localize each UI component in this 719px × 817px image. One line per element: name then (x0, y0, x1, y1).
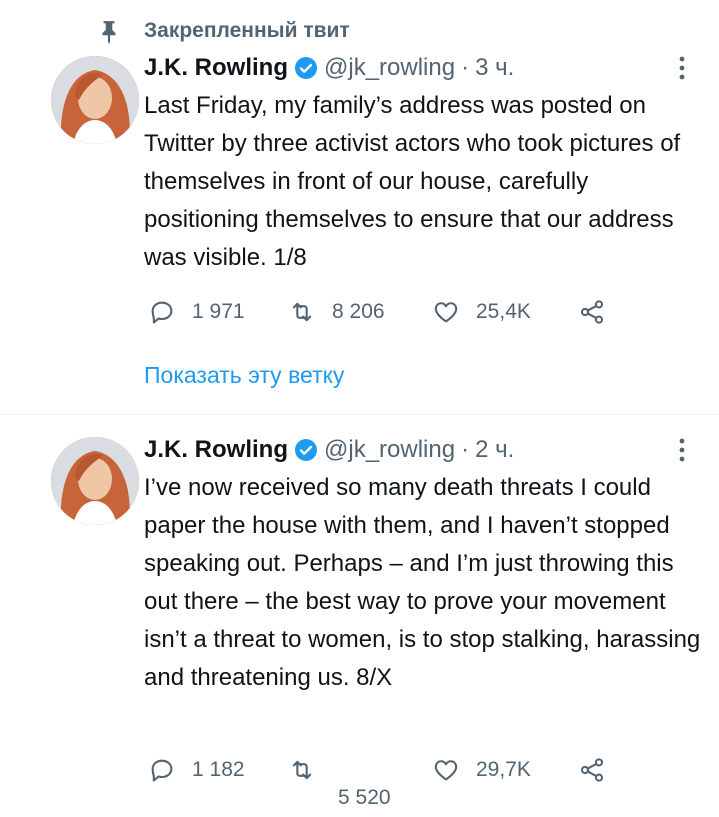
avatar[interactable] (51, 56, 139, 144)
pinned-label: Закрепленный твит (144, 19, 350, 42)
reply-count: 1 182 (192, 758, 245, 781)
retweet-count: 8 206 (332, 300, 385, 323)
like-button[interactable]: 29,7K (432, 756, 531, 784)
reply-icon (151, 301, 173, 324)
divider (0, 414, 719, 415)
author-name[interactable]: J.K. Rowling (144, 52, 288, 84)
separator: · (461, 54, 470, 81)
author-handle[interactable]: @jk_rowling (324, 434, 455, 466)
reply-count: 1 971 (192, 300, 245, 323)
like-icon (434, 760, 458, 781)
tweet-header: J.K. Rowling @jk_rowling · 3 ч. (144, 52, 514, 84)
timestamp[interactable]: 3 ч. (475, 52, 514, 84)
more-options-icon[interactable] (670, 435, 694, 465)
more-options-icon[interactable] (670, 53, 694, 83)
like-count: 25,4K (476, 300, 531, 323)
timestamp[interactable]: 2 ч. (475, 434, 514, 466)
share-icon[interactable] (578, 298, 606, 326)
retweet-count: 5 520 (338, 786, 391, 809)
reply-button[interactable]: 1 971 (148, 298, 245, 326)
verified-badge-icon (295, 439, 317, 461)
retweet-icon (292, 302, 312, 322)
reply-button[interactable]: 1 182 (148, 756, 245, 784)
author-handle[interactable]: @jk_rowling (324, 52, 455, 84)
retweet-button[interactable]: 8 206 (288, 298, 385, 326)
reply-icon (151, 759, 173, 782)
show-thread-link[interactable]: Показать эту ветку (144, 362, 344, 389)
share-icon[interactable] (578, 756, 606, 784)
like-icon (434, 302, 458, 323)
verified-badge-icon (295, 57, 317, 79)
retweet-icon[interactable] (288, 756, 316, 784)
tweet-text: I’ve now received so many death threats … (144, 474, 701, 691)
tweet-header: J.K. Rowling @jk_rowling · 2 ч. (144, 434, 514, 466)
avatar[interactable] (51, 437, 139, 525)
separator: · (461, 436, 470, 463)
tweet-text: Last Friday, my family’s address was pos… (144, 92, 681, 271)
like-button[interactable]: 25,4K (432, 298, 531, 326)
like-count: 29,7K (476, 758, 531, 781)
author-name[interactable]: J.K. Rowling (144, 434, 288, 466)
pin-icon (102, 21, 116, 44)
